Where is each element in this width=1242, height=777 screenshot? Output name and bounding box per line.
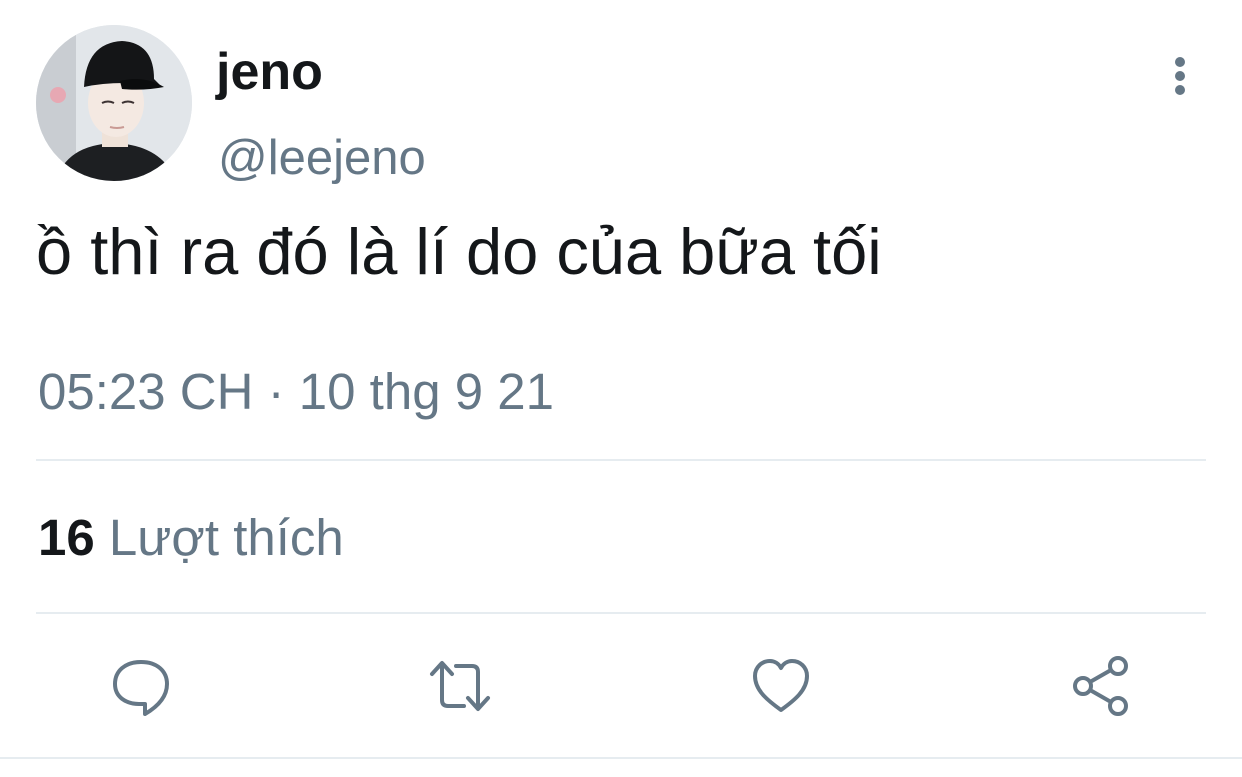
tweet-timestamp[interactable]: 05:23 CH · 10 thg 9 21 — [38, 360, 554, 424]
retweet-button[interactable] — [428, 654, 492, 718]
like-button[interactable] — [749, 654, 813, 718]
display-name[interactable]: jeno — [216, 40, 323, 104]
vertical-ellipsis-icon — [1175, 57, 1185, 95]
share-nodes-icon — [1073, 656, 1128, 716]
divider — [36, 459, 1206, 461]
heart-icon — [753, 659, 809, 712]
avatar-photo — [36, 25, 192, 181]
user-handle[interactable]: @leejeno — [218, 128, 426, 188]
likes-label: Lượt thích — [108, 509, 344, 566]
avatar[interactable] — [36, 25, 192, 181]
reply-button[interactable] — [109, 654, 173, 718]
divider — [36, 612, 1206, 614]
tweet-text: ồ thì ra đó là lí do của bữa tối — [36, 215, 882, 288]
divider — [0, 757, 1242, 759]
more-options-button[interactable] — [1160, 52, 1200, 102]
speech-bubble-icon — [113, 660, 169, 716]
share-button[interactable] — [1070, 654, 1134, 718]
likes-count: 16 — [38, 509, 95, 566]
likes-stat[interactable]: 16 Lượt thích — [38, 506, 344, 570]
retweet-arrows-icon — [430, 661, 490, 711]
